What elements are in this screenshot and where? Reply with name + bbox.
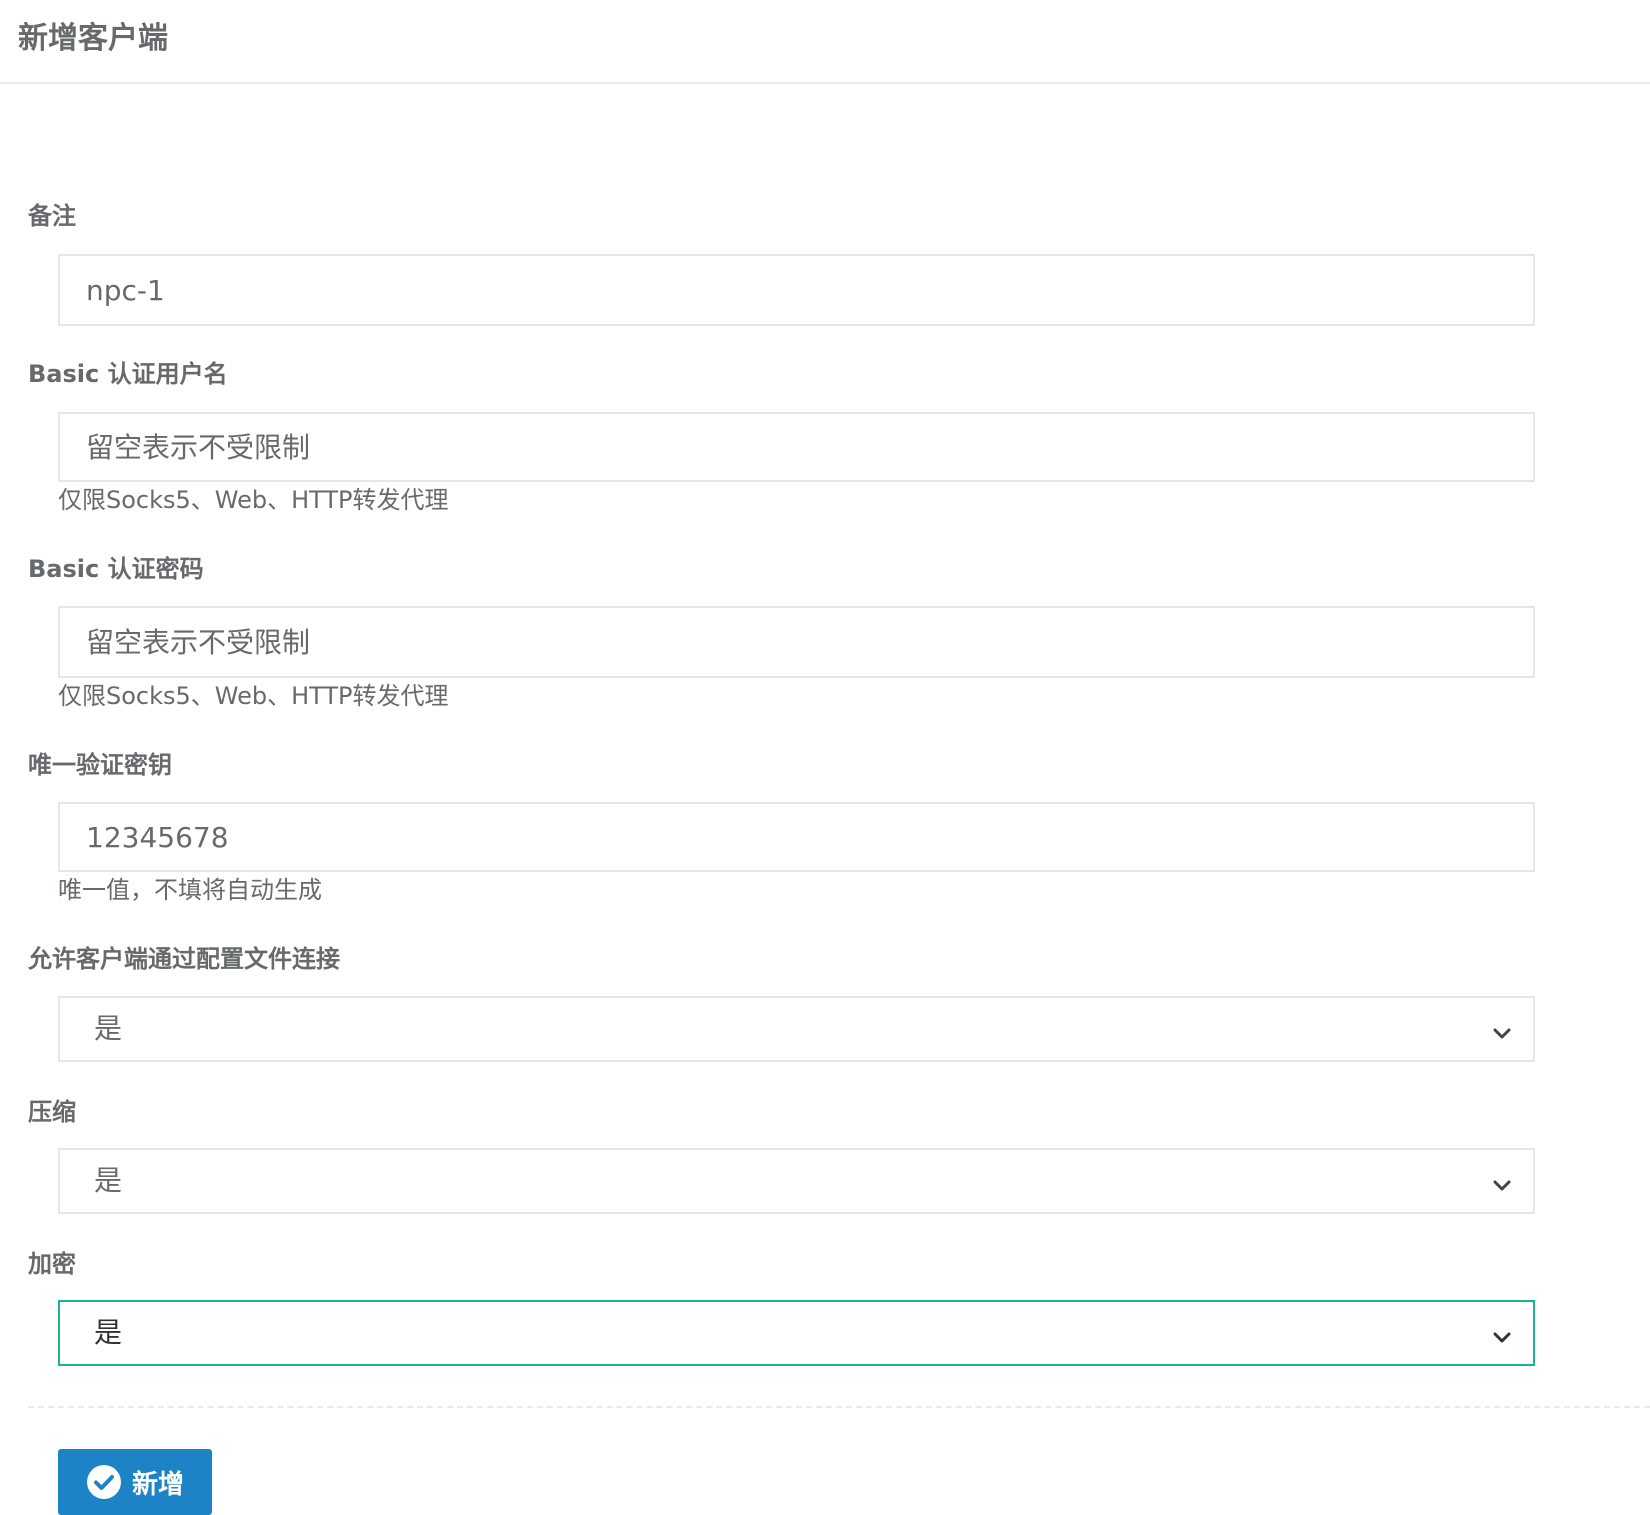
compress-value: 是 [94, 1164, 123, 1197]
chevron-down-icon [1491, 1322, 1513, 1344]
compress-select[interactable]: 是 [58, 1148, 1535, 1214]
verify-key-input[interactable] [58, 802, 1535, 872]
remark-input[interactable] [58, 254, 1535, 326]
compress-label: 压缩 [28, 1098, 76, 1126]
add-client-button[interactable]: 新增 [58, 1449, 212, 1515]
check-circle-icon [86, 1464, 122, 1500]
crypt-select[interactable]: 是 [58, 1300, 1535, 1366]
crypt-label: 加密 [28, 1250, 76, 1278]
add-client-button-label: 新增 [131, 1468, 184, 1499]
basic-password-help: 仅限Socks5、Web、HTTP转发代理 [58, 682, 449, 710]
basic-password-label: Basic 认证密码 [28, 555, 204, 583]
verify-key-label: 唯一验证密钥 [28, 751, 172, 779]
basic-username-label: Basic 认证用户名 [28, 360, 228, 388]
panel-header: 新增客户端 [0, 0, 1650, 84]
basic-username-input[interactable] [58, 412, 1535, 482]
crypt-value: 是 [94, 1316, 123, 1349]
config-conn-allow-select[interactable]: 是 [58, 996, 1535, 1062]
page-title: 新增客户端 [18, 21, 168, 56]
basic-username-help: 仅限Socks5、Web、HTTP转发代理 [58, 486, 449, 514]
remark-label: 备注 [28, 202, 76, 230]
verify-key-help: 唯一值，不填将自动生成 [58, 876, 322, 904]
basic-password-input[interactable] [58, 606, 1535, 678]
config-conn-allow-value: 是 [94, 1012, 123, 1045]
form-divider [28, 1406, 1650, 1408]
chevron-down-icon [1491, 1170, 1513, 1192]
config-conn-allow-label: 允许客户端通过配置文件连接 [28, 945, 340, 973]
chevron-down-icon [1491, 1018, 1513, 1040]
